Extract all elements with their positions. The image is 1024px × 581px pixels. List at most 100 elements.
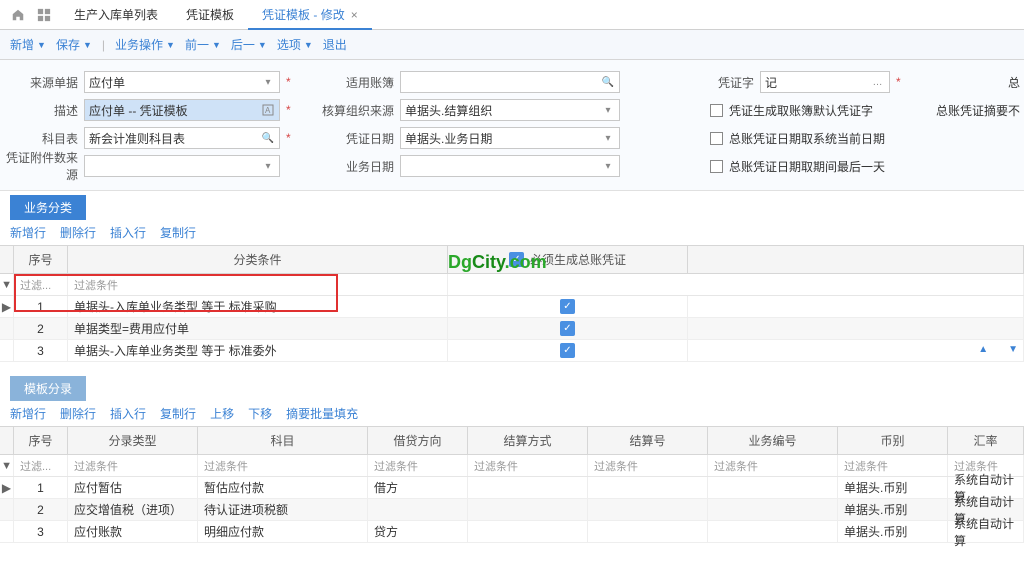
cell-bizno[interactable] (708, 477, 838, 498)
col2-settleno[interactable]: 结算号 (588, 427, 708, 454)
tab-stockin-list[interactable]: 生产入库单列表 (60, 0, 172, 30)
moveup-button[interactable]: 上移 (210, 405, 234, 422)
chevron-down-icon[interactable]: ▾ (600, 130, 616, 146)
col2-settle[interactable]: 结算方式 (468, 427, 588, 454)
cell-curr[interactable]: 单据头.币别 (838, 521, 948, 542)
cell-bizno[interactable] (708, 499, 838, 520)
org-input[interactable]: 单据头.结算组织▾ (400, 99, 620, 121)
cell-settle[interactable] (468, 521, 588, 542)
attach-input[interactable]: ▾ (84, 155, 280, 177)
table-row[interactable]: ▶1应付暂估暂估应付款借方单据头.币别系统自动计算 (0, 477, 1024, 499)
chk-period-end[interactable]: 总账凭证日期取期间最后一天 (710, 158, 885, 175)
filter2-etype[interactable]: 过滤条件 (68, 455, 198, 476)
chevron-down-icon[interactable]: ▾ (600, 102, 616, 118)
cell-dc[interactable]: 贷方 (368, 521, 468, 542)
subject-input[interactable]: 新会计准则科目表🔍 (84, 127, 280, 149)
cell-rate[interactable]: 系统自动计算 (948, 521, 1024, 542)
exit-button[interactable]: 退出 (323, 36, 347, 53)
section-tpl-entry[interactable]: 模板分录 (10, 376, 86, 401)
cell-must[interactable]: ✓ (448, 296, 688, 317)
cell-etype[interactable]: 应付暂估 (68, 477, 198, 498)
addrow-button[interactable]: 新增行 (10, 224, 46, 241)
col-cond[interactable]: 分类条件 (68, 246, 448, 273)
cell-etype[interactable]: 应交增值税（进项） (68, 499, 198, 520)
table-row[interactable]: 2单据类型=费用应付单✓ (0, 318, 1024, 340)
options-button[interactable]: 选项▼ (277, 36, 313, 53)
text-icon[interactable]: A (260, 102, 276, 118)
cpyrow-button[interactable]: 复制行 (160, 224, 196, 241)
vtype-input[interactable]: 记… (760, 71, 890, 93)
cell-subj[interactable]: 待认证进项税额 (198, 499, 368, 520)
search-icon[interactable]: 🔍 (600, 74, 616, 90)
src-bill-input[interactable]: 应付单▾ (84, 71, 280, 93)
cell-must[interactable]: ✓ (448, 340, 688, 361)
filter2-bizno[interactable]: 过滤条件 (708, 455, 838, 476)
book-input[interactable]: 🔍 (400, 71, 620, 93)
cell-dc[interactable] (368, 499, 468, 520)
cell-cond[interactable]: 单据头-入库单业务类型 等于 标准委外 (68, 340, 448, 361)
cell-settleno[interactable] (588, 521, 708, 542)
search-icon[interactable]: 🔍 (260, 130, 276, 146)
batch-button[interactable]: 摘要批量填充 (286, 405, 358, 422)
col2-bizno[interactable]: 业务编号 (708, 427, 838, 454)
grid-icon[interactable] (34, 5, 54, 25)
chk-default-vtype[interactable]: 凭证生成取账簿默认凭证字 (710, 102, 873, 119)
filter2-seq[interactable]: 过滤... (14, 455, 68, 476)
scroll-up-icon[interactable]: ▲ (978, 344, 988, 355)
tab-voucher-tpl[interactable]: 凭证模板 (172, 0, 248, 30)
close-icon[interactable]: × (351, 8, 358, 22)
prev-button[interactable]: 前一▼ (185, 36, 221, 53)
filter-icon[interactable]: ▼ (0, 455, 14, 476)
cell-etype[interactable]: 应付账款 (68, 521, 198, 542)
save-button[interactable]: 保存▼ (56, 36, 92, 53)
table-row[interactable]: 3应付账款明细应付款贷方单据头.币别系统自动计算 (0, 521, 1024, 543)
filter-seq[interactable]: 过滤... (14, 274, 68, 295)
col2-etype[interactable]: 分录类型 (68, 427, 198, 454)
col2-rate[interactable]: 汇率 (948, 427, 1024, 454)
col2-dc[interactable]: 借贷方向 (368, 427, 468, 454)
filter2-dc[interactable]: 过滤条件 (368, 455, 468, 476)
filter2-settleno[interactable]: 过滤条件 (588, 455, 708, 476)
scroll-down-icon[interactable]: ▼ (1008, 344, 1018, 355)
delrow2-button[interactable]: 删除行 (60, 405, 96, 422)
chevron-down-icon[interactable]: ▾ (260, 74, 276, 90)
vdate-input[interactable]: 单据头.业务日期▾ (400, 127, 620, 149)
chk-sysdate[interactable]: 总账凭证日期取系统当前日期 (710, 130, 885, 147)
insrow2-button[interactable]: 插入行 (110, 405, 146, 422)
section-biz-class[interactable]: 业务分类 (10, 195, 86, 220)
bdate-input[interactable]: ▾ (400, 155, 620, 177)
tab-voucher-tpl-edit[interactable]: 凭证模板 - 修改× (248, 0, 372, 30)
chevron-down-icon[interactable]: ▾ (600, 158, 616, 174)
cell-cond[interactable]: 单据头-入库单业务类型 等于 标准采购 (68, 296, 448, 317)
cell-subj[interactable]: 明细应付款 (198, 521, 368, 542)
col-seq[interactable]: 序号 (14, 246, 68, 273)
cell-dc[interactable]: 借方 (368, 477, 468, 498)
addrow2-button[interactable]: 新增行 (10, 405, 46, 422)
cell-settleno[interactable] (588, 499, 708, 520)
table-row[interactable]: 3单据头-入库单业务类型 等于 标准委外✓ (0, 340, 1024, 362)
cell-settleno[interactable] (588, 477, 708, 498)
biz-ops-button[interactable]: 业务操作▼ (115, 36, 175, 53)
next-button[interactable]: 后一▼ (231, 36, 267, 53)
cell-bizno[interactable] (708, 521, 838, 542)
filter-icon[interactable]: ▼ (0, 274, 14, 295)
new-button[interactable]: 新增▼ (10, 36, 46, 53)
col2-curr[interactable]: 币别 (838, 427, 948, 454)
filter2-subj[interactable]: 过滤条件 (198, 455, 368, 476)
cell-curr[interactable]: 单据头.币别 (838, 499, 948, 520)
table-row[interactable]: 2应交增值税（进项）待认证进项税额单据头.币别系统自动计算 (0, 499, 1024, 521)
ellipsis-icon[interactable]: … (870, 74, 886, 90)
cell-cond[interactable]: 单据类型=费用应付单 (68, 318, 448, 339)
cell-subj[interactable]: 暂估应付款 (198, 477, 368, 498)
cell-curr[interactable]: 单据头.币别 (838, 477, 948, 498)
col-must[interactable]: ✓必须生成总账凭证 (448, 246, 688, 273)
movedown-button[interactable]: 下移 (248, 405, 272, 422)
cell-settle[interactable] (468, 499, 588, 520)
col2-seq[interactable]: 序号 (14, 427, 68, 454)
table-row[interactable]: ▶1单据头-入库单业务类型 等于 标准采购✓ (0, 296, 1024, 318)
cell-must[interactable]: ✓ (448, 318, 688, 339)
delrow-button[interactable]: 删除行 (60, 224, 96, 241)
cpyrow2-button[interactable]: 复制行 (160, 405, 196, 422)
home-icon[interactable] (8, 5, 28, 25)
filter-cond[interactable]: 过滤条件 (68, 274, 448, 295)
